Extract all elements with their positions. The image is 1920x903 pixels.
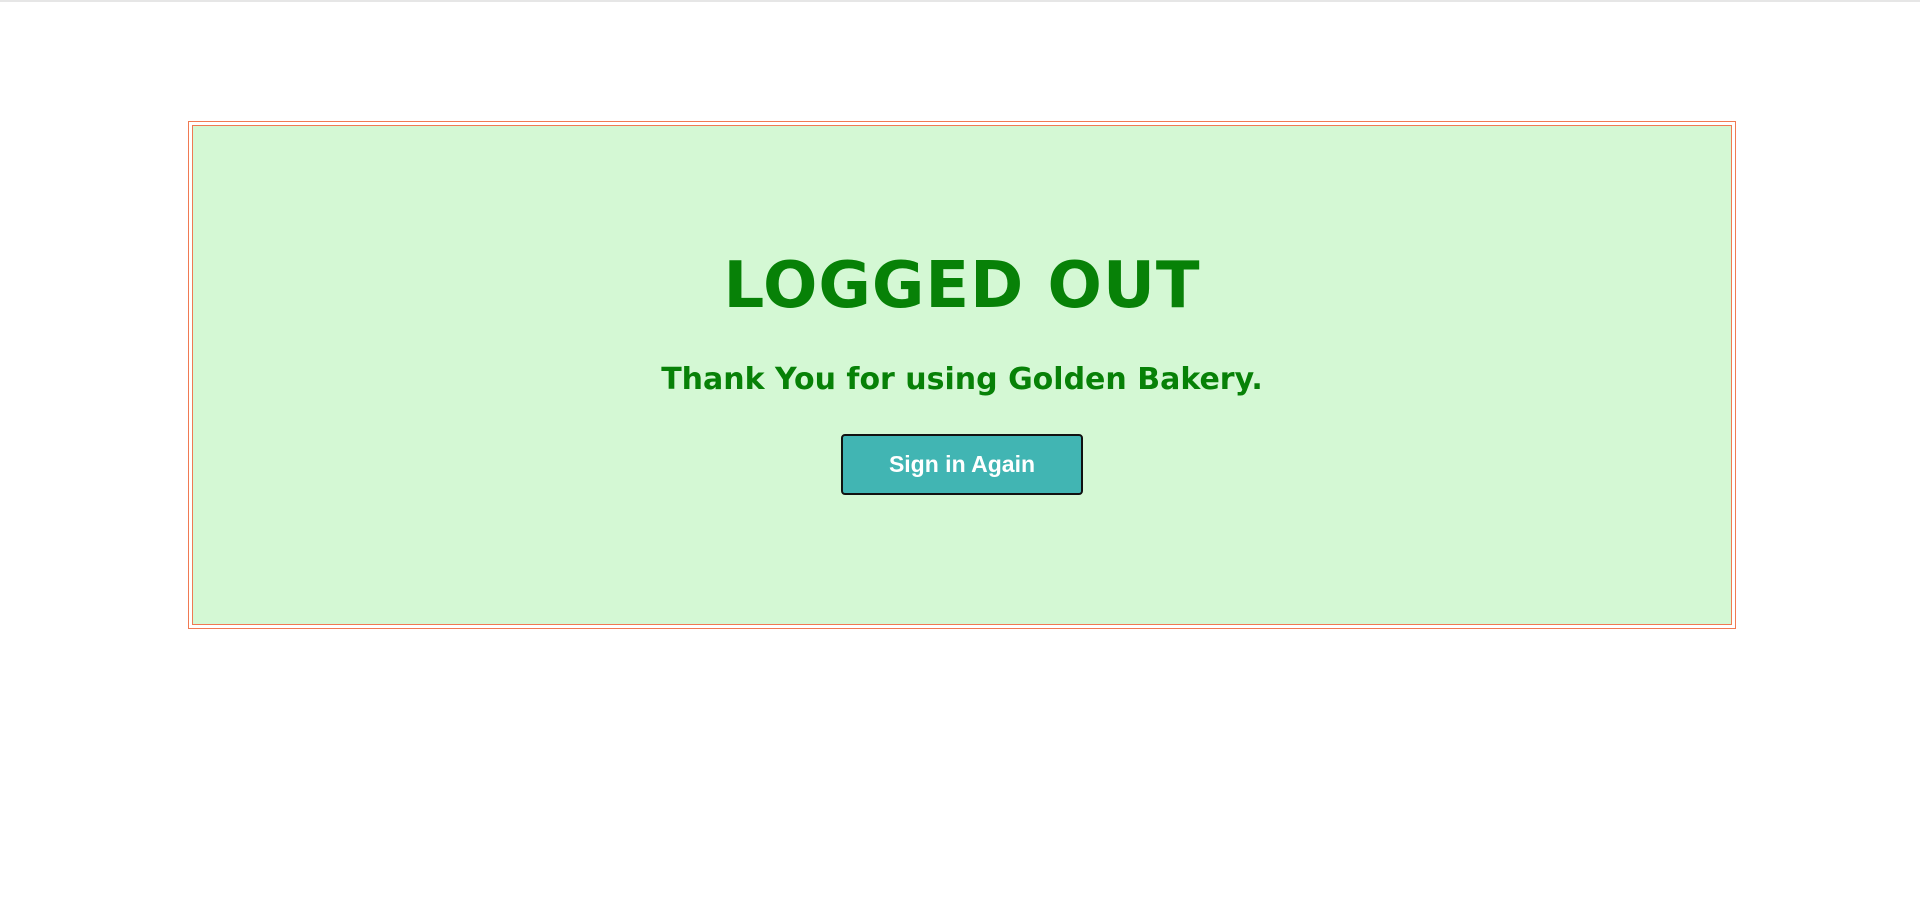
logout-panel: LOGGED OUT Thank You for using Golden Ba…	[188, 121, 1736, 629]
sign-in-again-button[interactable]: Sign in Again	[841, 434, 1083, 495]
logout-panel-content: LOGGED OUT Thank You for using Golden Ba…	[192, 125, 1732, 625]
thank-you-message: Thank You for using Golden Bakery.	[661, 362, 1263, 397]
page-title: LOGGED OUT	[723, 249, 1201, 323]
top-divider	[0, 0, 1920, 2]
